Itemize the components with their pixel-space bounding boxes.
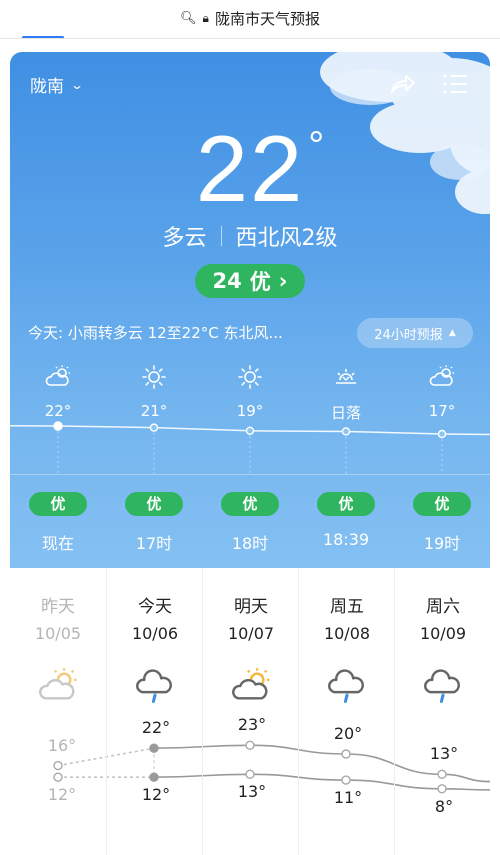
city-selector[interactable]: 陇南 ⌄	[30, 72, 85, 97]
daily-column[interactable]: 今天 10/06	[106, 568, 202, 855]
hourly-time: 19时	[423, 534, 461, 553]
low-temp-label: 12°	[47, 785, 77, 805]
day-date: 10/09	[419, 624, 467, 643]
hourly-point	[149, 423, 159, 432]
chevron-right-icon: ›	[278, 269, 288, 293]
aqi-label: 优	[221, 492, 279, 516]
hourly-temp: 日落	[330, 404, 361, 422]
aqi-label: 优	[317, 492, 375, 516]
rain-icon	[423, 666, 463, 703]
hourly-temp: 17°	[428, 402, 456, 420]
share-icon[interactable]	[388, 70, 416, 98]
high-temp-label: 13°	[429, 744, 459, 764]
aqi-label: 优	[125, 492, 183, 516]
daily-column[interactable]: 昨天 10/05	[10, 568, 106, 855]
high-temp-label: 22°	[141, 718, 171, 738]
hourly-time: 18时	[231, 534, 269, 553]
rain-icon	[327, 666, 367, 703]
caret-up-icon: ▲	[448, 328, 456, 338]
hourly-point	[437, 429, 447, 439]
hourly-aqi-badge: 优	[407, 492, 477, 518]
sun-icon	[215, 364, 285, 394]
city-name: 陇南	[30, 77, 64, 97]
partly-cloudy-icon	[231, 666, 271, 700]
daily-forecast[interactable]: 昨天 10/05 今天 10/06 明天 10/07 周五 10/08 周六 10/09 16° 12…	[10, 568, 490, 855]
hourly-time: 17时	[135, 534, 173, 553]
hourly-point	[245, 426, 255, 436]
current-temperature: 22 °	[10, 114, 490, 224]
high-temp-label: 23°	[237, 715, 267, 735]
day-date: 10/06	[131, 624, 179, 643]
partly-cloudy-icon	[23, 364, 93, 394]
hourly-aqi-badge: 优	[215, 492, 285, 518]
search-icon: 🔍︎	[180, 10, 197, 26]
degree-symbol: °	[308, 124, 327, 168]
hourly-temp: 21°	[140, 402, 168, 420]
day-name: 明天	[234, 597, 268, 617]
aqi-value: 24	[212, 269, 242, 293]
day-name: 今天	[138, 597, 172, 617]
menu-icon[interactable]	[442, 72, 468, 96]
forecast-24h-label: 24小时预报	[374, 327, 443, 343]
hourly-time: 现在	[41, 534, 74, 553]
current-weather-card: 陇南 ⌄ 22 ° 多云 西北风2级 24 优 › 今天: 小雨转多云 12至22…	[10, 52, 490, 568]
low-temp-label: 8°	[434, 796, 454, 816]
forecast-24h-button[interactable]: 24小时预报 ▲	[357, 318, 473, 348]
low-temp-label: 13°	[237, 782, 267, 802]
hourly-temp: 22°	[44, 402, 72, 420]
day-name: 昨天	[41, 597, 75, 617]
day-date: 10/08	[323, 624, 371, 643]
current-condition: 多云 西北风2级	[10, 220, 490, 252]
wind-text: 西北风2级	[235, 226, 338, 251]
divider	[10, 474, 490, 475]
day-date: 10/05	[34, 624, 82, 643]
temperature-value: 22	[195, 116, 305, 221]
chevron-down-icon: ⌄	[69, 77, 85, 92]
daily-column[interactable]: 周五 10/08	[298, 568, 394, 855]
partly-cloudy-icon	[38, 666, 78, 700]
aqi-label: 优	[249, 270, 271, 294]
rain-icon	[135, 666, 175, 703]
daily-column[interactable]: 明天 10/07	[202, 568, 298, 855]
high-temp-label: 20°	[333, 724, 363, 743]
hourly-forecast[interactable]: 22° 优现在 21° 优 17时 19° 优 18时 日落优 18:39 17° 优 19时	[10, 364, 490, 564]
hourly-aqi-badge: 优	[23, 492, 93, 518]
low-temp-label: 11°	[333, 788, 363, 808]
lock-icon: 🔒︎	[202, 10, 209, 25]
partly-cloudy-icon	[407, 364, 477, 394]
hourly-temp: 19°	[236, 402, 264, 420]
weather-text: 多云	[162, 226, 207, 251]
hourly-point	[53, 421, 63, 431]
high-temp-label: 16°	[47, 735, 77, 755]
day-date: 10/07	[227, 624, 275, 643]
hourly-time: 18:39	[322, 530, 370, 549]
aqi-badge[interactable]: 24 优 ›	[195, 264, 305, 298]
divider	[0, 38, 500, 39]
sun-icon	[119, 364, 189, 394]
low-temp-label: 12°	[141, 785, 171, 805]
day-name: 周五	[330, 597, 364, 617]
sunset-icon	[311, 364, 381, 394]
url-text: 陇南市天气预报	[214, 9, 320, 28]
hourly-aqi-badge: 优	[311, 492, 381, 518]
hourly-aqi-badge: 优	[119, 492, 189, 518]
address-bar[interactable]: 🔍︎ 🔒︎ 陇南市天气预报	[0, 0, 500, 36]
hourly-point	[341, 427, 351, 436]
separator	[220, 226, 222, 246]
aqi-label: 优	[29, 492, 87, 516]
today-summary: 今天: 小雨转多云 12至22°C 东北风...	[28, 324, 283, 342]
day-name: 周六	[426, 597, 460, 617]
aqi-label: 优	[413, 492, 471, 516]
